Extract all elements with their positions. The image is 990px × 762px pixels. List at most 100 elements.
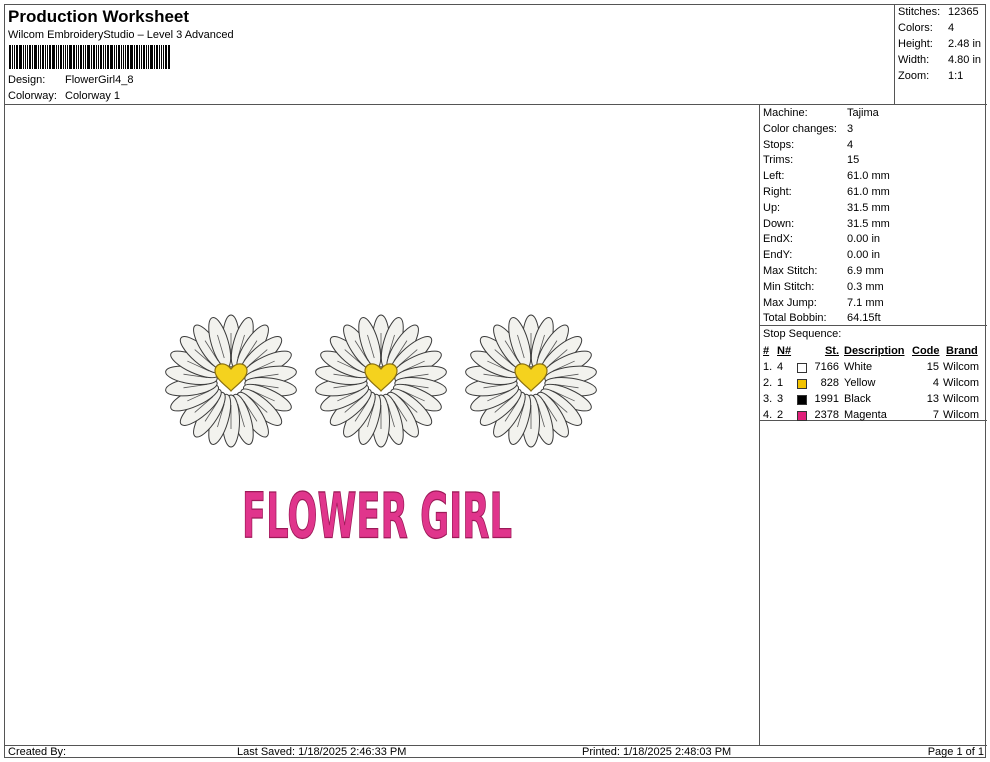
machine-info-panel: Machine: Tajima Color changes: 3 Stops: 4 Trim… xyxy=(760,105,987,745)
color-swatch xyxy=(797,411,807,421)
info-value: 0.00 in xyxy=(847,249,881,262)
col-header-num: # xyxy=(763,345,770,357)
barcode-bar xyxy=(110,45,113,69)
design-label: Design: xyxy=(8,74,46,86)
barcode-bar xyxy=(60,45,62,69)
info-label: Trims: xyxy=(763,154,794,167)
row-code: 4 xyxy=(932,377,939,389)
info-value: 0.00 in xyxy=(847,233,881,246)
info-row: Machine: Tajima xyxy=(763,107,879,119)
daisy-flower-3 xyxy=(463,314,599,448)
info-row: Color changes: 3 xyxy=(763,123,853,135)
barcode-bar xyxy=(118,45,120,69)
height-value: 2.48 in xyxy=(948,38,982,50)
worksheet-page: Production Worksheet Wilcom EmbroiderySt… xyxy=(4,4,987,758)
daisy-flowers xyxy=(163,314,599,448)
barcode-bar xyxy=(12,45,13,69)
info-label: Stops: xyxy=(763,138,795,151)
info-label: EndY: xyxy=(763,249,793,262)
barcode-bar xyxy=(87,45,90,69)
row-num: 3. xyxy=(763,393,773,405)
barcode-bar xyxy=(156,45,158,69)
color-swatch xyxy=(797,379,807,389)
barcode-bar xyxy=(96,45,97,69)
barcode-bar xyxy=(159,45,160,69)
info-value: 64.15ft xyxy=(847,312,881,325)
barcode-bar xyxy=(107,45,109,69)
barcode-bar xyxy=(69,45,72,69)
barcode-bar xyxy=(16,45,18,69)
barcode-bar xyxy=(134,45,135,69)
barcode-bar xyxy=(100,45,102,69)
barcode-bar xyxy=(139,45,140,69)
info-label: Color changes: xyxy=(763,122,837,135)
info-label: Total Bobbin: xyxy=(763,312,827,325)
info-value: 4 xyxy=(847,138,854,151)
barcode xyxy=(9,45,199,69)
barcode-bar xyxy=(123,45,124,69)
daisy-flower-1 xyxy=(163,314,299,448)
barcode-bar xyxy=(141,45,142,69)
col-header-code: Code xyxy=(912,345,940,357)
info-row: Left: 61.0 mm xyxy=(763,170,890,182)
stop-sequence-title: Stop Sequence: xyxy=(763,328,842,340)
barcode-bar xyxy=(58,45,59,69)
zoom-value: 1:1 xyxy=(948,70,964,82)
barcode-bar xyxy=(80,45,82,69)
barcode-bar xyxy=(49,45,51,69)
colorway-label: Colorway: xyxy=(8,90,57,102)
info-row: Down: 31.5 mm xyxy=(763,218,890,230)
barcode-bar xyxy=(168,45,170,69)
row-description: Black xyxy=(844,393,871,405)
row-description: Yellow xyxy=(844,377,876,389)
barcode-bar xyxy=(29,45,31,69)
barcode-bar xyxy=(25,45,26,69)
design-preview-canvas[interactable]: FLOWER GIRL xyxy=(5,105,760,745)
info-value: 6.9 mm xyxy=(847,265,884,277)
table-row: 4. 2 2378 Magenta 7 Wilcom xyxy=(763,407,985,423)
embroidery-design: FLOWER GIRL xyxy=(163,314,599,554)
barcode-bar xyxy=(163,45,164,69)
row-brand: Wilcom xyxy=(943,377,980,389)
width-value: 4.80 in xyxy=(948,54,982,66)
barcode-bar xyxy=(143,45,145,69)
info-row: Min Stitch: 0.3 mm xyxy=(763,281,884,293)
design-row: Design: FlowerGirl4_8 xyxy=(8,74,133,86)
row-code: 15 xyxy=(926,361,939,373)
row-num: 4. xyxy=(763,409,773,421)
col-header-stitches: St. xyxy=(824,345,839,357)
page-title: Production Worksheet xyxy=(8,7,190,26)
barcode-bar xyxy=(150,45,153,69)
info-row: Up: 31.5 mm xyxy=(763,202,890,214)
barcode-bar xyxy=(65,45,66,69)
row-description: Magenta xyxy=(844,409,887,421)
colors-label: Colors: xyxy=(898,22,933,34)
barcode-bar xyxy=(130,45,133,69)
info-value: 61.0 mm xyxy=(847,186,890,198)
width-label: Width: xyxy=(898,54,930,66)
info-value: 3 xyxy=(847,122,854,135)
design-stats: Stitches: 12365 Colors: 4 Height: 2.48 in W… xyxy=(895,5,987,105)
row-needle: 2 xyxy=(777,409,784,421)
zoom-label: Zoom: xyxy=(898,70,930,82)
row-stitches: 2378 xyxy=(814,409,839,421)
barcode-bar xyxy=(103,45,104,69)
barcode-bar xyxy=(27,45,28,69)
info-row: EndY: 0.00 in xyxy=(763,249,880,261)
col-header-description: Description xyxy=(844,345,905,357)
stop-sequence: Stop Sequence: # N# St. Description Code… xyxy=(760,325,987,421)
barcode-bar xyxy=(67,45,68,69)
barcode-bar xyxy=(38,45,39,69)
barcode-bar xyxy=(19,45,22,69)
barcode-bar xyxy=(47,45,48,69)
barcode-bar xyxy=(161,45,162,69)
info-label: Machine: xyxy=(763,107,808,119)
barcode-bar xyxy=(14,45,15,69)
info-label: Up: xyxy=(763,201,781,214)
info-row: Right: 61.0 mm xyxy=(763,186,890,198)
col-header-needle: N# xyxy=(777,345,792,357)
row-stitches-cell: 2378 xyxy=(797,407,839,423)
row-stitches: 1991 xyxy=(814,393,839,405)
info-value: Tajima xyxy=(847,107,879,119)
colorway-value: Colorway 1 xyxy=(65,90,121,102)
